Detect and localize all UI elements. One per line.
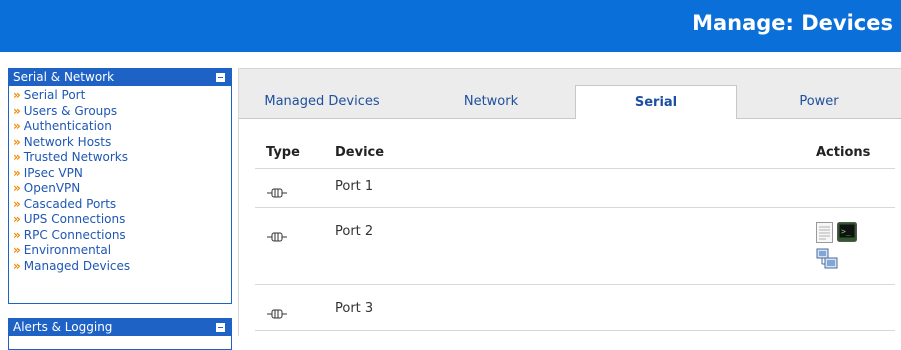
- collapse-icon[interactable]: [216, 73, 225, 82]
- main-content: Managed Devices Network Serial Power Typ…: [238, 68, 901, 336]
- sidebar-section-title: Serial & Network: [13, 70, 115, 84]
- bullet-icon: »: [13, 103, 21, 118]
- sidebar-menu: » Serial Port » Users & Groups » Authentica…: [9, 86, 231, 274]
- sidebar-item-environmental[interactable]: » Environmental: [13, 243, 231, 259]
- svg-text:>_: >_: [841, 227, 851, 236]
- sidebar-item-serial-port[interactable]: » Serial Port: [13, 88, 231, 104]
- row-divider: [255, 330, 895, 331]
- collapse-icon[interactable]: [216, 323, 225, 332]
- tab-serial[interactable]: Serial: [575, 85, 737, 119]
- sidebar-item-managed-devices[interactable]: » Managed Devices: [13, 259, 231, 275]
- terminal-icon[interactable]: >_: [837, 222, 857, 242]
- serial-port-icon: [267, 188, 287, 198]
- column-header-type: Type: [266, 145, 300, 160]
- tab-power[interactable]: Power: [739, 85, 899, 118]
- sidebar-item-ipsec-vpn[interactable]: » IPsec VPN: [13, 166, 231, 182]
- bullet-icon: »: [13, 212, 21, 226]
- tab-bar: Managed Devices Network Serial Power: [239, 69, 901, 119]
- sidebar-section-title: Alerts & Logging: [13, 320, 113, 334]
- sidebar-item-network-hosts[interactable]: » Network Hosts: [13, 135, 231, 151]
- bullet-icon: »: [13, 119, 21, 133]
- sidebar-item-users-groups[interactable]: » Users & Groups: [13, 104, 231, 120]
- bullet-icon: »: [13, 88, 21, 102]
- device-name[interactable]: Port 2: [335, 224, 373, 239]
- tab-network[interactable]: Network: [409, 85, 573, 118]
- document-icon[interactable]: [816, 222, 833, 243]
- bullet-icon: »: [13, 258, 21, 273]
- device-name[interactable]: Port 3: [335, 301, 373, 316]
- sidebar-panel-alerts-logging: Alerts & Logging: [8, 318, 232, 350]
- network-computers-icon[interactable]: [816, 248, 838, 270]
- sidebar-item-authentication[interactable]: » Authentication: [13, 119, 231, 135]
- page-title: Manage: Devices: [692, 11, 893, 35]
- sidebar-section-header[interactable]: Serial & Network: [9, 69, 231, 86]
- column-header-device: Device: [335, 145, 385, 160]
- sidebar-item-ups-connections[interactable]: » UPS Connections: [13, 212, 231, 228]
- sidebar-item-rpc-connections[interactable]: » RPC Connections: [13, 228, 231, 244]
- row-divider: [255, 168, 895, 169]
- bullet-icon: »: [13, 227, 21, 242]
- column-header-actions: Actions: [816, 145, 871, 160]
- serial-port-icon: [267, 232, 287, 242]
- serial-port-icon: [267, 309, 287, 319]
- sidebar-item-openvpn[interactable]: » OpenVPN: [13, 181, 231, 197]
- row-divider: [255, 207, 895, 208]
- bullet-icon: »: [13, 150, 21, 164]
- sidebar-item-trusted-networks[interactable]: » Trusted Networks: [13, 150, 231, 166]
- sidebar-item-cascaded-ports[interactable]: » Cascaded Ports: [13, 197, 231, 213]
- bullet-icon: »: [13, 165, 21, 180]
- device-name[interactable]: Port 1: [335, 179, 373, 194]
- row-divider: [255, 284, 895, 285]
- bullet-icon: »: [13, 134, 21, 149]
- bullet-icon: »: [13, 243, 21, 257]
- top-banner: Manage: Devices: [0, 0, 901, 52]
- bullet-icon: »: [13, 196, 21, 211]
- sidebar-panel-serial-network: Serial & Network » Serial Port » Users & G…: [8, 68, 232, 304]
- bullet-icon: »: [13, 181, 21, 195]
- sidebar-section-header[interactable]: Alerts & Logging: [9, 319, 231, 336]
- tab-managed-devices[interactable]: Managed Devices: [241, 85, 403, 118]
